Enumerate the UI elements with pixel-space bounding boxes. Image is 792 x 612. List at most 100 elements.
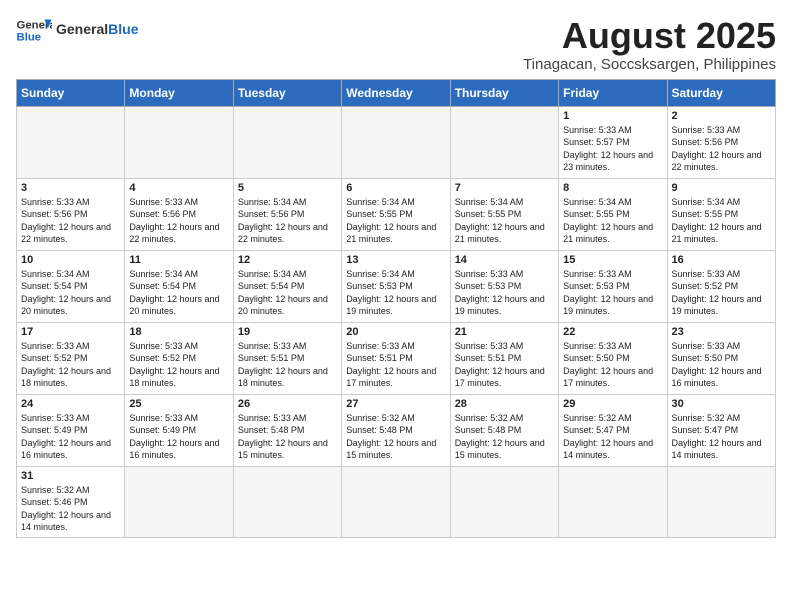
calendar-cell: 17 Sunrise: 5:33 AM Sunset: 5:52 PM Dayli… bbox=[17, 322, 125, 394]
day-info: Sunrise: 5:33 AM Sunset: 5:53 PM Dayligh… bbox=[455, 268, 554, 318]
subtitle: Tinagacan, Soccsksargen, Philippines bbox=[523, 56, 776, 73]
day-number: 11 bbox=[129, 254, 228, 266]
day-info: Sunrise: 5:33 AM Sunset: 5:57 PM Dayligh… bbox=[563, 124, 662, 174]
day-number: 21 bbox=[455, 326, 554, 338]
day-number: 6 bbox=[346, 182, 445, 194]
calendar-cell bbox=[342, 466, 450, 537]
day-number: 1 bbox=[563, 110, 662, 122]
weekday-header-wednesday: Wednesday bbox=[342, 79, 450, 106]
calendar-cell: 14 Sunrise: 5:33 AM Sunset: 5:53 PM Dayli… bbox=[450, 250, 558, 322]
day-info: Sunrise: 5:34 AM Sunset: 5:54 PM Dayligh… bbox=[129, 268, 228, 318]
calendar-cell bbox=[233, 106, 341, 178]
calendar-cell: 4Sunrise: 5:33 AM Sunset: 5:56 PM Daylig… bbox=[125, 178, 233, 250]
logo-icon: General Blue bbox=[16, 16, 52, 44]
day-number: 9 bbox=[672, 182, 771, 194]
day-number: 27 bbox=[346, 398, 445, 410]
title-area: August 2025 Tinagacan, Soccsksargen, Phi… bbox=[523, 16, 776, 73]
day-number: 23 bbox=[672, 326, 771, 338]
day-info: Sunrise: 5:33 AM Sunset: 5:56 PM Dayligh… bbox=[129, 196, 228, 246]
day-info: Sunrise: 5:33 AM Sunset: 5:50 PM Dayligh… bbox=[563, 340, 662, 390]
calendar-cell bbox=[125, 106, 233, 178]
calendar-cell: 11 Sunrise: 5:34 AM Sunset: 5:54 PM Dayli… bbox=[125, 250, 233, 322]
month-title: August 2025 bbox=[523, 16, 776, 56]
weekday-header-row: SundayMondayTuesdayWednesdayThursdayFrid… bbox=[17, 79, 776, 106]
week-row-4: 17 Sunrise: 5:33 AM Sunset: 5:52 PM Dayli… bbox=[17, 322, 776, 394]
day-number: 25 bbox=[129, 398, 228, 410]
calendar-cell: 22 Sunrise: 5:33 AM Sunset: 5:50 PM Dayli… bbox=[559, 322, 667, 394]
day-number: 5 bbox=[238, 182, 337, 194]
calendar-cell bbox=[125, 466, 233, 537]
day-info: Sunrise: 5:33 AM Sunset: 5:51 PM Dayligh… bbox=[346, 340, 445, 390]
week-row-3: 10Sunrise: 5:34 AM Sunset: 5:54 PM Dayli… bbox=[17, 250, 776, 322]
day-number: 17 bbox=[21, 326, 120, 338]
day-info: Sunrise: 5:33 AM Sunset: 5:50 PM Dayligh… bbox=[672, 340, 771, 390]
day-info: Sunrise: 5:32 AM Sunset: 5:48 PM Dayligh… bbox=[346, 412, 445, 462]
day-number: 8 bbox=[563, 182, 662, 194]
calendar-cell: 24Sunrise: 5:33 AM Sunset: 5:49 PM Dayli… bbox=[17, 394, 125, 466]
weekday-header-thursday: Thursday bbox=[450, 79, 558, 106]
weekday-header-tuesday: Tuesday bbox=[233, 79, 341, 106]
day-number: 28 bbox=[455, 398, 554, 410]
day-number: 15 bbox=[563, 254, 662, 266]
day-number: 22 bbox=[563, 326, 662, 338]
day-info: Sunrise: 5:33 AM Sunset: 5:49 PM Dayligh… bbox=[129, 412, 228, 462]
day-info: Sunrise: 5:34 AM Sunset: 5:55 PM Dayligh… bbox=[346, 196, 445, 246]
day-info: Sunrise: 5:32 AM Sunset: 5:46 PM Dayligh… bbox=[21, 484, 120, 534]
calendar-cell: 12Sunrise: 5:34 AM Sunset: 5:54 PM Dayli… bbox=[233, 250, 341, 322]
day-info: Sunrise: 5:34 AM Sunset: 5:54 PM Dayligh… bbox=[21, 268, 120, 318]
calendar-cell bbox=[342, 106, 450, 178]
calendar-cell bbox=[450, 466, 558, 537]
calendar-cell: 3 Sunrise: 5:33 AM Sunset: 5:56 PM Daylig… bbox=[17, 178, 125, 250]
calendar-cell: 29 Sunrise: 5:32 AM Sunset: 5:47 PM Dayli… bbox=[559, 394, 667, 466]
page-header: General Blue GeneralBlue August 2025 Tin… bbox=[16, 16, 776, 73]
day-info: Sunrise: 5:34 AM Sunset: 5:55 PM Dayligh… bbox=[563, 196, 662, 246]
day-info: Sunrise: 5:33 AM Sunset: 5:48 PM Dayligh… bbox=[238, 412, 337, 462]
day-info: Sunrise: 5:34 AM Sunset: 5:55 PM Dayligh… bbox=[672, 196, 771, 246]
calendar-cell bbox=[233, 466, 341, 537]
day-number: 31 bbox=[21, 470, 120, 482]
calendar-cell: 7 Sunrise: 5:34 AM Sunset: 5:55 PM Daylig… bbox=[450, 178, 558, 250]
day-info: Sunrise: 5:33 AM Sunset: 5:56 PM Dayligh… bbox=[21, 196, 120, 246]
day-number: 13 bbox=[346, 254, 445, 266]
day-info: Sunrise: 5:32 AM Sunset: 5:48 PM Dayligh… bbox=[455, 412, 554, 462]
day-number: 14 bbox=[455, 254, 554, 266]
calendar-cell: 25 Sunrise: 5:33 AM Sunset: 5:49 PM Dayli… bbox=[125, 394, 233, 466]
day-info: Sunrise: 5:33 AM Sunset: 5:51 PM Dayligh… bbox=[238, 340, 337, 390]
calendar-cell: 30Sunrise: 5:32 AM Sunset: 5:47 PM Dayli… bbox=[667, 394, 775, 466]
day-number: 29 bbox=[563, 398, 662, 410]
calendar-cell: 9 Sunrise: 5:34 AM Sunset: 5:55 PM Daylig… bbox=[667, 178, 775, 250]
day-number: 19 bbox=[238, 326, 337, 338]
weekday-header-sunday: Sunday bbox=[17, 79, 125, 106]
calendar-cell: 5 Sunrise: 5:34 AM Sunset: 5:56 PM Daylig… bbox=[233, 178, 341, 250]
calendar-cell: 8 Sunrise: 5:34 AM Sunset: 5:55 PM Daylig… bbox=[559, 178, 667, 250]
calendar-cell: 27 Sunrise: 5:32 AM Sunset: 5:48 PM Dayli… bbox=[342, 394, 450, 466]
calendar-cell: 13 Sunrise: 5:34 AM Sunset: 5:53 PM Dayli… bbox=[342, 250, 450, 322]
day-info: Sunrise: 5:33 AM Sunset: 5:56 PM Dayligh… bbox=[672, 124, 771, 174]
calendar-cell bbox=[17, 106, 125, 178]
day-info: Sunrise: 5:32 AM Sunset: 5:47 PM Dayligh… bbox=[672, 412, 771, 462]
day-number: 2 bbox=[672, 110, 771, 122]
weekday-header-monday: Monday bbox=[125, 79, 233, 106]
day-number: 16 bbox=[672, 254, 771, 266]
calendar-cell: 6 Sunrise: 5:34 AM Sunset: 5:55 PM Daylig… bbox=[342, 178, 450, 250]
calendar-cell: 15Sunrise: 5:33 AM Sunset: 5:53 PM Dayli… bbox=[559, 250, 667, 322]
calendar-cell: 1 Sunrise: 5:33 AM Sunset: 5:57 PM Daylig… bbox=[559, 106, 667, 178]
calendar-cell bbox=[667, 466, 775, 537]
day-number: 3 bbox=[21, 182, 120, 194]
week-row-5: 24Sunrise: 5:33 AM Sunset: 5:49 PM Dayli… bbox=[17, 394, 776, 466]
day-info: Sunrise: 5:34 AM Sunset: 5:56 PM Dayligh… bbox=[238, 196, 337, 246]
day-info: Sunrise: 5:33 AM Sunset: 5:51 PM Dayligh… bbox=[455, 340, 554, 390]
calendar-cell: 10Sunrise: 5:34 AM Sunset: 5:54 PM Dayli… bbox=[17, 250, 125, 322]
calendar-cell: 28 Sunrise: 5:32 AM Sunset: 5:48 PM Dayli… bbox=[450, 394, 558, 466]
calendar-cell: 20Sunrise: 5:33 AM Sunset: 5:51 PM Dayli… bbox=[342, 322, 450, 394]
day-info: Sunrise: 5:34 AM Sunset: 5:55 PM Dayligh… bbox=[455, 196, 554, 246]
day-info: Sunrise: 5:32 AM Sunset: 5:47 PM Dayligh… bbox=[563, 412, 662, 462]
day-info: Sunrise: 5:34 AM Sunset: 5:54 PM Dayligh… bbox=[238, 268, 337, 318]
day-number: 18 bbox=[129, 326, 228, 338]
svg-text:Blue: Blue bbox=[17, 32, 42, 44]
day-info: Sunrise: 5:34 AM Sunset: 5:53 PM Dayligh… bbox=[346, 268, 445, 318]
day-info: Sunrise: 5:33 AM Sunset: 5:52 PM Dayligh… bbox=[21, 340, 120, 390]
calendar-cell: 16Sunrise: 5:33 AM Sunset: 5:52 PM Dayli… bbox=[667, 250, 775, 322]
calendar-cell bbox=[559, 466, 667, 537]
day-number: 7 bbox=[455, 182, 554, 194]
